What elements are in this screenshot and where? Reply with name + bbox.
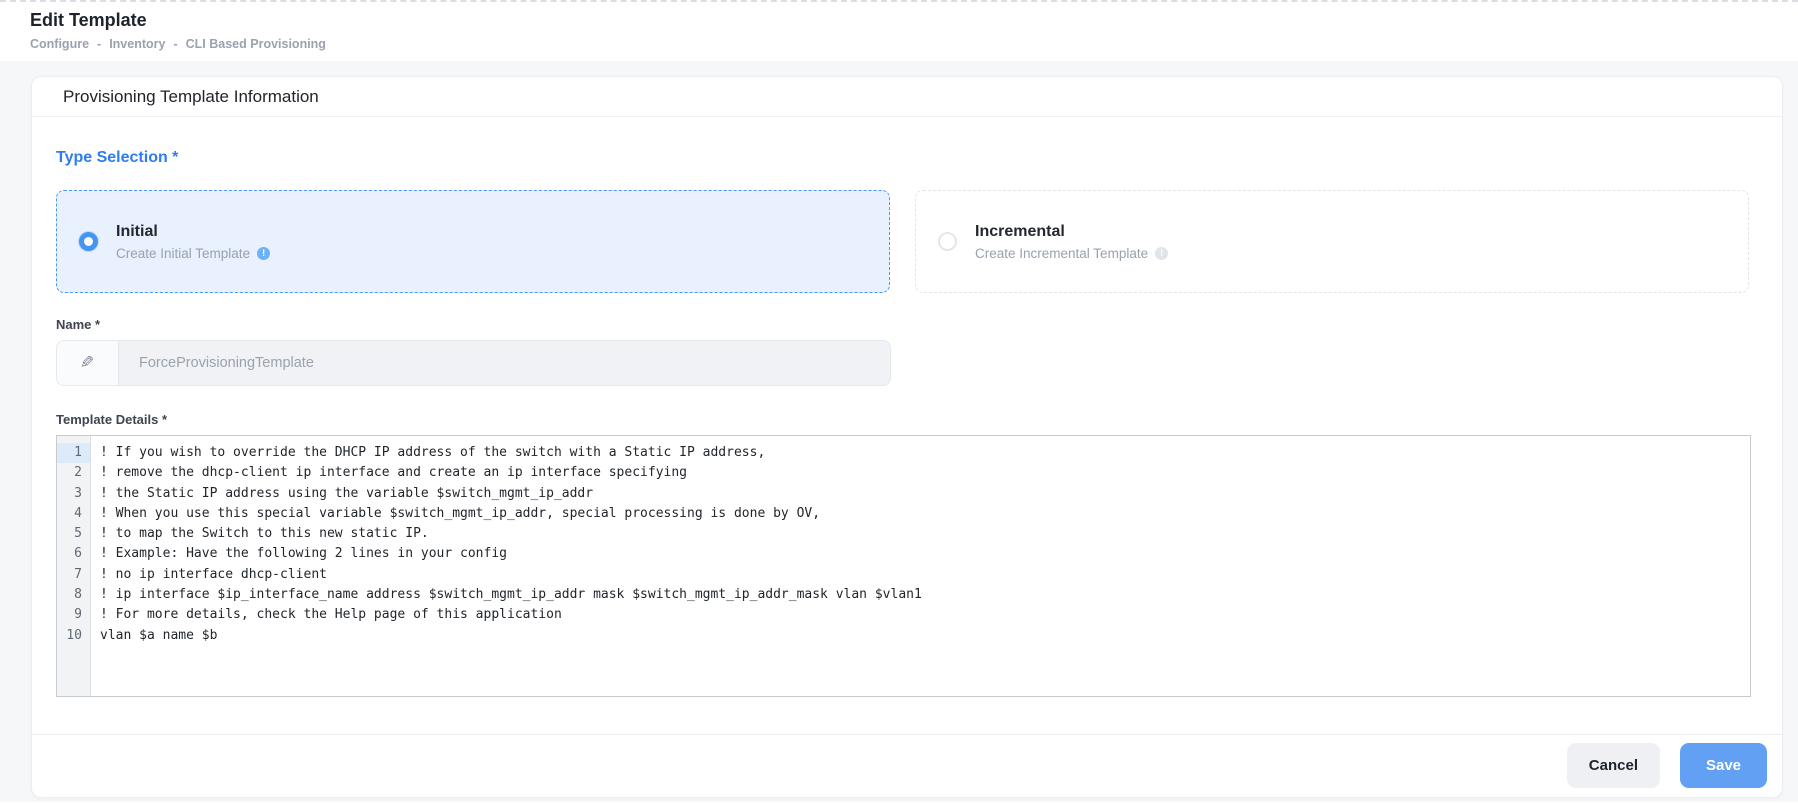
code-line: ! Example: Have the following 2 lines in… <box>100 544 1750 564</box>
line-number: 6 <box>57 544 90 564</box>
info-icon[interactable]: ! <box>1155 247 1168 260</box>
code-line: ! For more details, check the Help page … <box>100 605 1750 625</box>
code-line: ! If you wish to override the DHCP IP ad… <box>100 443 1750 463</box>
code-line: ! ip interface $ip_interface_name addres… <box>100 585 1750 605</box>
line-number: 1 <box>57 443 90 463</box>
radio-initial[interactable] <box>79 232 98 251</box>
card-title: Provisioning Template Information <box>63 87 1758 107</box>
type-card-initial[interactable]: Initial Create Initial Template ! <box>56 190 890 293</box>
editor-line-number-gutter: 1 2 3 4 5 6 7 8 9 10 <box>57 436 91 696</box>
line-number: 10 <box>57 626 90 646</box>
breadcrumb-inventory[interactable]: Inventory <box>109 37 165 51</box>
card-header: Provisioning Template Information <box>32 77 1782 117</box>
name-input-value: ForceProvisioningTemplate <box>119 341 314 385</box>
cancel-button[interactable]: Cancel <box>1567 743 1660 788</box>
breadcrumb-separator: - <box>97 37 101 51</box>
name-field-group: Name * ✎ ForceProvisioningTemplate <box>56 317 1749 386</box>
line-number: 3 <box>57 484 90 504</box>
template-details-group: Template Details * 1 2 3 4 5 6 7 8 9 10 <box>56 412 1749 697</box>
line-number: 7 <box>57 565 90 585</box>
name-field-label: Name * <box>56 317 1749 332</box>
code-line: ! the Static IP address using the variab… <box>100 484 1750 504</box>
name-input-icon-cell: ✎ <box>57 341 119 385</box>
type-card-incremental-subtitle: Create Incremental Template ! <box>975 246 1168 261</box>
line-number: 8 <box>57 585 90 605</box>
line-number: 9 <box>57 605 90 625</box>
code-line: ! When you use this special variable $sw… <box>100 504 1750 524</box>
type-card-incremental-title: Incremental <box>975 223 1168 241</box>
breadcrumb-separator: - <box>173 37 177 51</box>
page-title: Edit Template <box>30 10 1768 31</box>
line-number: 4 <box>57 504 90 524</box>
card-body: Type Selection * Initial Create Initial … <box>32 117 1782 734</box>
line-number: 5 <box>57 524 90 544</box>
type-card-initial-texts: Initial Create Initial Template ! <box>116 223 270 261</box>
code-line: ! to map the Switch to this new static I… <box>100 524 1750 544</box>
type-card-initial-subtitle: Create Initial Template ! <box>116 246 270 261</box>
card-footer: Cancel Save <box>32 734 1782 797</box>
template-details-editor[interactable]: 1 2 3 4 5 6 7 8 9 10 ! If you wish to ov… <box>56 435 1751 697</box>
type-selection-group: Initial Create Initial Template ! Increm… <box>56 190 1749 293</box>
info-icon[interactable]: ! <box>257 247 270 260</box>
content-area: Provisioning Template Information Type S… <box>0 61 1798 802</box>
code-line: ! remove the dhcp-client ip interface an… <box>100 463 1750 483</box>
line-number: 2 <box>57 463 90 483</box>
breadcrumb: Configure - Inventory - CLI Based Provis… <box>30 37 1768 51</box>
page-header: Edit Template Configure - Inventory - CL… <box>0 2 1798 61</box>
type-card-incremental-texts: Incremental Create Incremental Template … <box>975 223 1168 261</box>
save-button[interactable]: Save <box>1680 743 1767 788</box>
template-details-label: Template Details * <box>56 412 1749 427</box>
radio-incremental[interactable] <box>938 232 957 251</box>
name-input[interactable]: ✎ ForceProvisioningTemplate <box>56 340 891 386</box>
provisioning-template-card: Provisioning Template Information Type S… <box>31 76 1783 798</box>
type-card-incremental-subtitle-text: Create Incremental Template <box>975 246 1148 261</box>
code-line: vlan $a name $b <box>100 626 1750 646</box>
type-card-initial-title: Initial <box>116 223 270 241</box>
code-line: ! no ip interface dhcp-client <box>100 565 1750 585</box>
type-card-initial-subtitle-text: Create Initial Template <box>116 246 250 261</box>
pencil-icon: ✎ <box>80 353 94 373</box>
type-card-incremental[interactable]: Incremental Create Incremental Template … <box>915 190 1749 293</box>
breadcrumb-cli-based-provisioning[interactable]: CLI Based Provisioning <box>186 37 326 51</box>
breadcrumb-configure[interactable]: Configure <box>30 37 89 51</box>
editor-code-area[interactable]: ! If you wish to override the DHCP IP ad… <box>91 436 1750 696</box>
type-selection-label: Type Selection * <box>56 149 1749 167</box>
